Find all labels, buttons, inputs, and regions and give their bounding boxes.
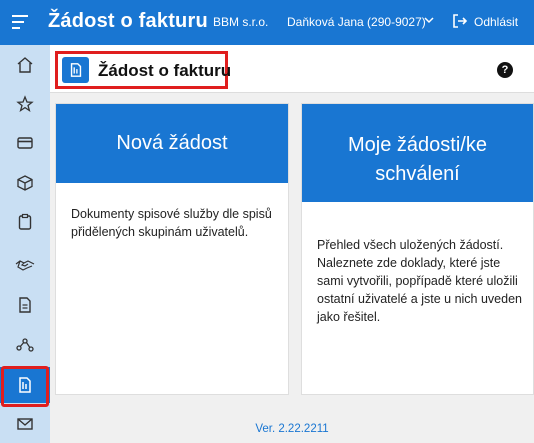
sidebar-item-agreements[interactable] bbox=[0, 247, 50, 283]
clipboard-icon bbox=[18, 213, 32, 230]
card-my-requests[interactable]: Moje žádosti/ke schválení Přehled všech … bbox=[301, 103, 534, 395]
card-description: Přehled všech uložených žádostí. Nalezne… bbox=[317, 238, 522, 324]
star-icon bbox=[16, 95, 34, 113]
active-item-highlight bbox=[1, 366, 49, 407]
chevron-down-icon[interactable] bbox=[423, 14, 435, 26]
card-title-line: schválení bbox=[375, 163, 460, 185]
sidebar-item-workflow[interactable] bbox=[0, 327, 50, 363]
document-icon bbox=[19, 297, 31, 313]
organization-name: BBM s.r.o. bbox=[213, 15, 269, 29]
logout-icon bbox=[453, 14, 468, 28]
workflow-icon bbox=[16, 338, 34, 352]
app-title: Žádost o fakturu bbox=[48, 10, 208, 32]
page-title: Žádost o fakturu bbox=[98, 61, 232, 80]
credit-card-icon bbox=[17, 137, 33, 149]
sidebar-item-packages[interactable] bbox=[0, 165, 50, 201]
card-title-line: Moje žádosti/ke bbox=[348, 134, 487, 156]
handshake-icon bbox=[15, 260, 35, 271]
menu-icon[interactable] bbox=[12, 12, 34, 32]
sidebar-item-payments[interactable] bbox=[0, 125, 50, 161]
logout-label: Odhlásit bbox=[474, 15, 519, 29]
sidebar-item-messages[interactable] bbox=[0, 406, 50, 442]
card-new-request[interactable]: Nová žádost Dokumenty spisové služby dle… bbox=[55, 103, 289, 395]
top-bar: Žádost o fakturu BBM s.r.o. Daňková Jana… bbox=[0, 0, 534, 45]
user-menu[interactable]: Daňková Jana (290-9027) bbox=[287, 15, 426, 29]
sidebar bbox=[0, 45, 50, 443]
sidebar-item-tasks[interactable] bbox=[0, 204, 50, 240]
card-description: Dokumenty spisové služby dle spisů přidě… bbox=[71, 207, 272, 239]
sidebar-item-documents[interactable] bbox=[0, 287, 50, 323]
package-icon bbox=[17, 175, 33, 191]
card-title: Nová žádost bbox=[56, 104, 288, 183]
page-title-highlight: Žádost o fakturu bbox=[55, 51, 232, 89]
page-header: Žádost o fakturu ? bbox=[50, 45, 534, 93]
version-label: Ver. 2.22.2211 bbox=[255, 423, 329, 435]
sidebar-item-home[interactable] bbox=[0, 47, 50, 83]
help-icon[interactable]: ? bbox=[497, 62, 513, 78]
home-icon bbox=[17, 57, 33, 73]
mail-icon bbox=[17, 418, 33, 430]
sidebar-item-favorites[interactable] bbox=[0, 86, 50, 122]
card-title: Moje žádosti/ke schválení bbox=[302, 104, 533, 202]
invoice-request-icon bbox=[62, 57, 89, 83]
main-content: Žádost o fakturu ? Nová žádost Dokumenty… bbox=[50, 45, 534, 443]
